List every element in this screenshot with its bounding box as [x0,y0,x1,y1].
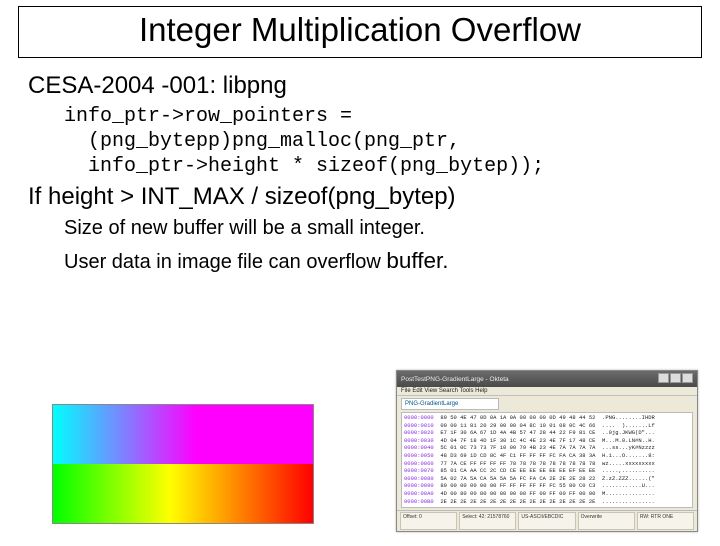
status-mode: Overwrite [578,512,635,530]
hex-dump-area[interactable]: 0000:0000 89 50 4E 47 0D 0A 1A 0A 00 00 … [401,412,693,508]
hex-tab[interactable]: PNG-GradientLarge [401,398,499,410]
title-text: Integer Multiplication Overflow [139,11,581,48]
maximize-icon[interactable] [670,373,681,383]
code-block: info_ptr->row_pointers = (png_bytepp)png… [64,104,692,179]
advisory-heading: CESA-2004 -001: libpng [28,72,692,100]
gradient-top [53,405,313,464]
consequence-1: Size of new buffer will be a small integ… [64,217,692,240]
gradient-bottom [53,464,313,523]
hex-window-title: PostTestPNG-GradientLarge - Okteta [401,376,509,383]
hex-titlebar: PostTestPNG-GradientLarge - Okteta [397,371,697,387]
gradient-image [52,404,314,524]
window-buttons[interactable] [657,373,693,385]
status-selection: Select: 42: 21578760 [459,512,516,530]
status-rw: RW: RTR ONE [637,512,694,530]
consequence-2: User data in image file can overflow buf… [64,248,692,274]
slide-title: Integer Multiplication Overflow [18,6,702,58]
condition-line: If height > INT_MAX / sizeof(png_bytep) [28,183,692,211]
consequence-2a: User data in image file can overflow [64,251,386,273]
consequence-2b: buffer. [386,248,448,273]
status-offset: Offset: 0 [400,512,457,530]
close-icon[interactable] [682,373,693,383]
hex-menubar[interactable]: File Edit View Search Tools Help [397,387,697,396]
minimize-icon[interactable] [658,373,669,383]
slide-body: CESA-2004 -001: libpng info_ptr->row_poi… [0,58,720,274]
hex-statusbar: Offset: 0 Select: 42: 21578760 US-ASCII/… [397,510,697,531]
hex-editor-window: PostTestPNG-GradientLarge - Okteta File … [396,370,698,532]
status-encoding: US-ASCII/EBCDIC [518,512,575,530]
